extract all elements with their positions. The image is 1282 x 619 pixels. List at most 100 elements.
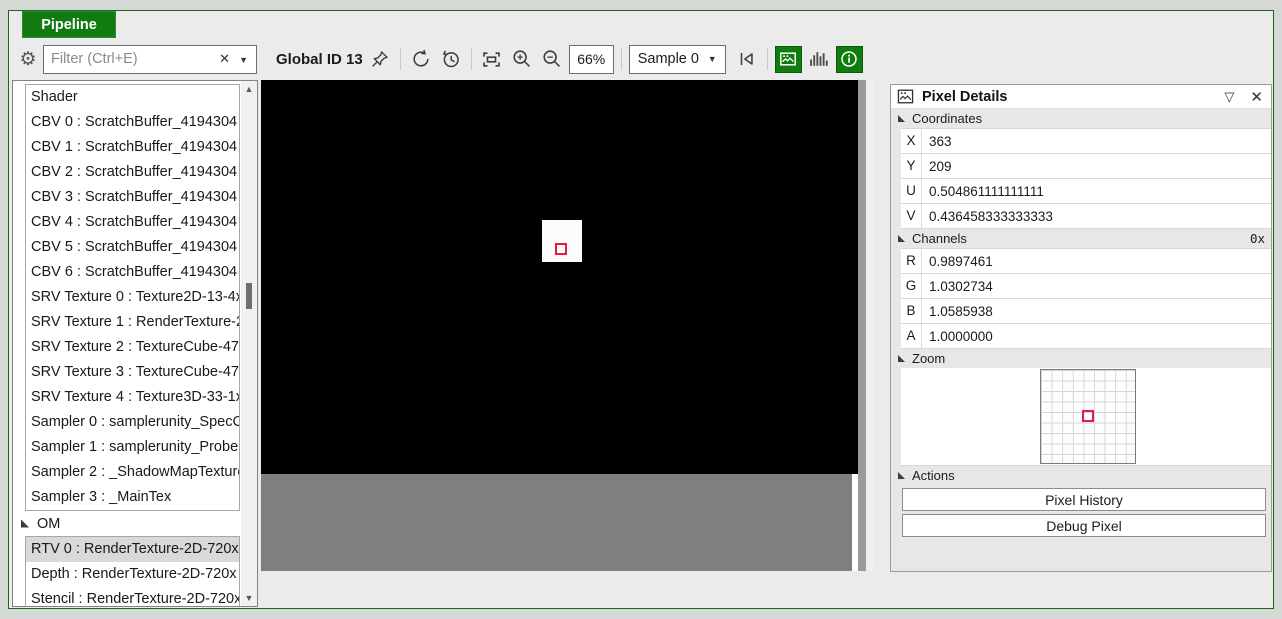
coordinate-value[interactable]: 209 <box>922 159 952 174</box>
zoom-pixel-grid <box>1040 369 1136 464</box>
pixel-details-panel: Pixel Details ▽ ✕ Coordinates X 363 Y 20… <box>890 84 1272 572</box>
pin-icon[interactable] <box>367 46 393 72</box>
histogram-icon[interactable] <box>806 46 832 72</box>
viewport-scrollbar[interactable] <box>858 80 873 571</box>
viewport-scrollbar-thumb[interactable] <box>858 80 866 571</box>
refresh-icon[interactable] <box>408 46 434 72</box>
scroll-down-icon[interactable]: ▼ <box>241 593 257 603</box>
channel-value[interactable]: 1.0000000 <box>922 329 993 344</box>
toolbar: ⚙ ✕ ▼ Global ID 13 66% Sa <box>9 39 1273 79</box>
tree-item[interactable]: Depth : RenderTexture-2D-720x <box>26 562 239 587</box>
tree-item[interactable]: SRV Texture 2 : TextureCube-47 <box>26 335 239 360</box>
om-resource-group: RTV 0 : RenderTexture-2D-720x Depth : Re… <box>25 536 240 607</box>
zoom-level-box[interactable]: 66% <box>569 45 614 74</box>
tab-pipeline[interactable]: Pipeline <box>22 11 116 38</box>
filter-caret-icon[interactable]: ▼ <box>239 55 248 65</box>
channel-row: G 1.0302734 <box>901 274 1271 299</box>
resource-tree-panel: Shader CBV 0 : ScratchBuffer_4194304 : C… <box>12 80 258 607</box>
scrollbar-thumb[interactable] <box>246 283 252 309</box>
info-button[interactable] <box>836 46 863 73</box>
channel-value[interactable]: 1.0302734 <box>922 279 993 294</box>
skip-to-start-icon[interactable] <box>734 46 760 72</box>
coordinate-value[interactable]: 363 <box>922 134 952 149</box>
tree-item[interactable]: Sampler 2 : _ShadowMapTexture <box>26 460 239 485</box>
zoom-selected-pixel-marker <box>1082 410 1094 422</box>
coordinate-value[interactable]: 0.504861111111111 <box>922 184 1044 199</box>
coordinate-row: V 0.436458333333333 <box>901 204 1271 229</box>
expanded-triangle-icon <box>898 472 905 479</box>
zoom-out-icon[interactable] <box>539 46 565 72</box>
tree-item[interactable]: SRV Texture 1 : RenderTexture-2 <box>26 310 239 335</box>
section-zoom[interactable]: Zoom <box>891 349 1271 368</box>
expanded-triangle-icon <box>898 235 905 242</box>
tree-scrollbar[interactable]: ▲ ▼ <box>241 81 257 606</box>
section-channels[interactable]: Channels 0x <box>891 229 1271 248</box>
tree-item[interactable]: CBV 3 : ScratchBuffer_4194304 : <box>26 185 239 210</box>
panel-menu-icon[interactable]: ▽ <box>1224 89 1234 105</box>
channel-key: B <box>901 299 922 323</box>
scroll-up-icon[interactable]: ▲ <box>241 84 257 94</box>
selected-pixel-marker <box>555 243 567 255</box>
panel-close-icon[interactable]: ✕ <box>1250 88 1263 106</box>
channel-key: R <box>901 249 922 273</box>
channels-rows: R 0.9897461 G 1.0302734 B 1.0585938 A 1.… <box>901 248 1271 349</box>
channel-row: R 0.9897461 <box>901 249 1271 274</box>
channel-value[interactable]: 1.0585938 <box>922 304 993 319</box>
tree-item[interactable]: Shader <box>26 85 239 110</box>
debug-pixel-button[interactable]: Debug Pixel <box>902 514 1266 537</box>
channel-value[interactable]: 0.9897461 <box>922 254 993 269</box>
fit-to-window-icon[interactable] <box>479 46 505 72</box>
image-view-button[interactable] <box>775 46 802 73</box>
coordinate-value[interactable]: 0.436458333333333 <box>922 209 1053 224</box>
filter-clear-icon[interactable]: ✕ <box>219 51 230 67</box>
zoom-preview-area <box>901 368 1271 466</box>
tree-item[interactable]: Sampler 3 : _MainTex <box>26 485 239 510</box>
section-label: Actions <box>912 468 955 483</box>
channel-row: A 1.0000000 <box>901 324 1271 349</box>
expanded-triangle-icon <box>21 520 29 528</box>
tree-item[interactable]: SRV Texture 3 : TextureCube-47 <box>26 360 239 385</box>
chevron-down-icon: ▼ <box>708 54 717 64</box>
tree-item[interactable]: CBV 5 : ScratchBuffer_4194304 : <box>26 235 239 260</box>
section-actions[interactable]: Actions <box>891 466 1271 485</box>
tree-item[interactable]: CBV 2 : ScratchBuffer_4194304 : <box>26 160 239 185</box>
pixel-details-header: Pixel Details ▽ ✕ <box>891 85 1271 109</box>
om-label: OM <box>37 516 60 532</box>
section-coordinates[interactable]: Coordinates <box>891 109 1271 128</box>
coordinates-rows: X 363 Y 209 U 0.504861111111111 V 0.4364… <box>901 128 1271 229</box>
tree-item[interactable]: CBV 1 : ScratchBuffer_4194304 : <box>26 135 239 160</box>
render-target-image[interactable] <box>261 80 858 474</box>
tree-item[interactable]: CBV 6 : ScratchBuffer_4194304 : <box>26 260 239 285</box>
settings-gear-icon[interactable]: ⚙ <box>15 48 41 71</box>
channel-key: G <box>901 274 922 298</box>
tree-item[interactable]: CBV 4 : ScratchBuffer_4194304 : <box>26 210 239 235</box>
panel-title: Pixel Details <box>922 89 1007 105</box>
zoom-in-icon[interactable] <box>509 46 535 72</box>
rendered-white-quad[interactable] <box>542 220 582 262</box>
sample-select-value: Sample 0 <box>638 51 699 67</box>
tree-item[interactable]: Stencil : RenderTexture-2D-720x <box>26 587 239 607</box>
tree-item[interactable]: Sampler 0 : samplerunity_SpecC <box>26 410 239 435</box>
tree-item[interactable]: Sampler 1 : samplerunity_Probe <box>26 435 239 460</box>
toolbar-separator <box>767 48 768 70</box>
tree-item[interactable]: SRV Texture 0 : Texture2D-13-4x <box>26 285 239 310</box>
pixel-history-button[interactable]: Pixel History <box>902 488 1266 511</box>
tree-node-om[interactable]: OM <box>16 511 240 536</box>
sample-select[interactable]: Sample 0 ▼ <box>629 45 726 74</box>
texture-viewport[interactable] <box>261 80 858 571</box>
expanded-triangle-icon <box>898 355 905 362</box>
history-clock-icon[interactable] <box>438 46 464 72</box>
pixel-details-image-icon <box>897 89 914 104</box>
tree-item[interactable]: SRV Texture 4 : Texture3D-33-1x <box>26 385 239 410</box>
tree-item[interactable]: CBV 0 : ScratchBuffer_4194304 : <box>26 110 239 135</box>
global-id-label: Global ID 13 <box>276 51 363 68</box>
viewport-background[interactable] <box>261 474 852 571</box>
coordinate-key: U <box>901 179 922 203</box>
hex-toggle[interactable]: 0x <box>1250 231 1265 246</box>
coordinate-row: U 0.504861111111111 <box>901 179 1271 204</box>
toolbar-separator <box>400 48 401 70</box>
tree-item-selected[interactable]: RTV 0 : RenderTexture-2D-720x <box>26 537 239 562</box>
pipeline-window: Pipeline ⚙ ✕ ▼ Global ID 13 66% <box>8 10 1274 609</box>
toolbar-separator <box>471 48 472 70</box>
coordinate-row: X 363 <box>901 129 1271 154</box>
